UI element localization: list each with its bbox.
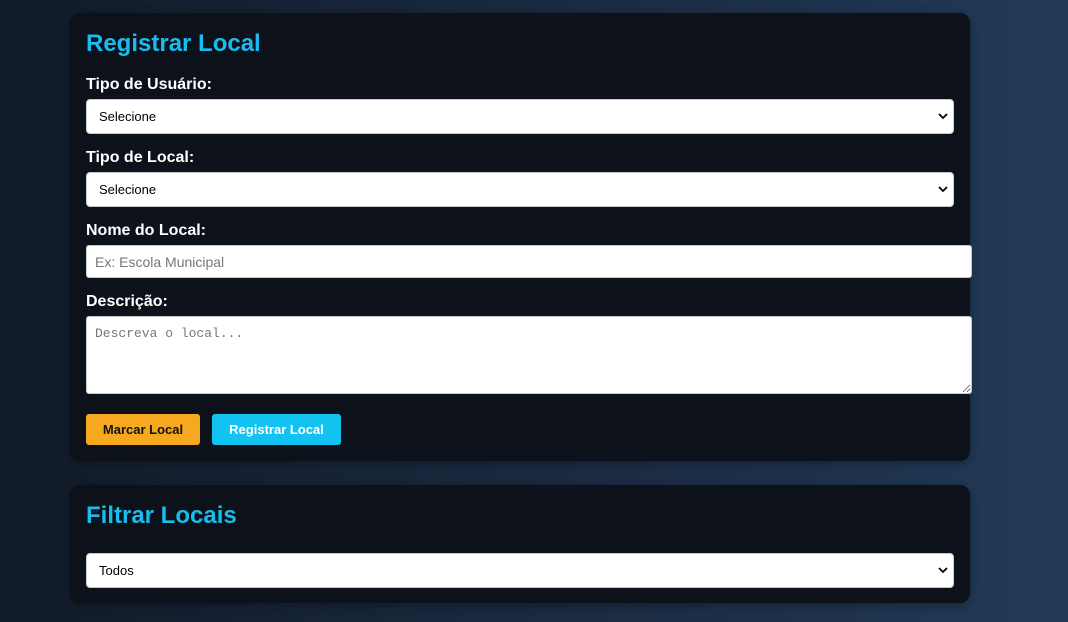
chevron-down-icon	[938, 113, 948, 120]
mark-place-button[interactable]: Marcar Local	[86, 414, 200, 445]
filter-places-card: Filtrar Locais Todos	[70, 485, 970, 603]
place-type-select[interactable]: Selecione	[86, 172, 954, 207]
filter-selected-value: Todos	[99, 563, 134, 578]
description-textarea[interactable]	[86, 316, 972, 394]
filter-select[interactable]: Todos	[86, 553, 954, 588]
user-type-label: Tipo de Usuário:	[86, 76, 212, 93]
chevron-down-icon	[938, 567, 948, 574]
description-label: Descrição:	[86, 293, 168, 310]
register-place-card: Registrar Local Tipo de Usuário: Selecio…	[70, 13, 972, 461]
place-type-selected-value: Selecione	[99, 182, 157, 197]
chevron-down-icon	[938, 186, 948, 193]
user-type-select[interactable]: Selecione	[86, 99, 954, 134]
place-name-input[interactable]	[86, 245, 972, 278]
place-name-label: Nome do Local:	[86, 222, 207, 239]
place-type-label: Tipo de Local:	[86, 149, 195, 166]
filter-title: Filtrar Locais	[86, 502, 237, 529]
user-type-selected-value: Selecione	[99, 109, 157, 124]
register-place-button[interactable]: Registrar Local	[212, 414, 341, 445]
register-title: Registrar Local	[86, 30, 261, 57]
